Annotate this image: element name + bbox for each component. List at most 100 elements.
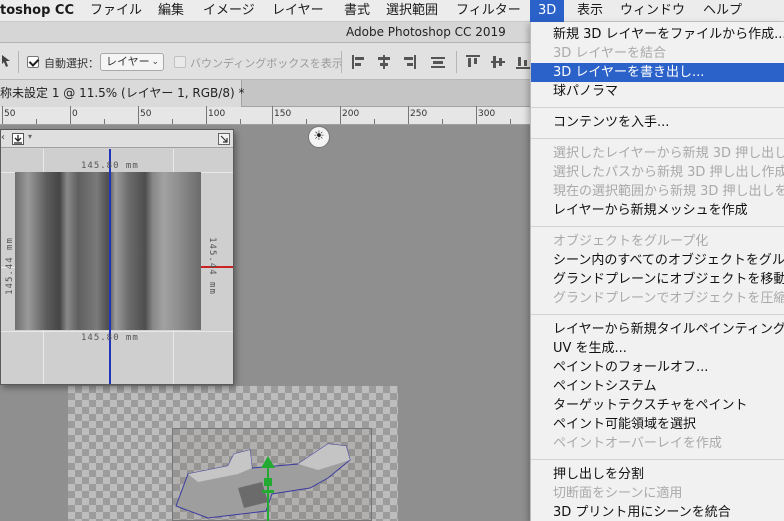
collapse-panel-icon[interactable] — [218, 133, 230, 145]
align-vertical-centers-icon[interactable] — [491, 55, 505, 69]
menu-item-paint-on-target-texture[interactable]: ターゲットテクスチャをペイント — [531, 396, 784, 415]
menu-select[interactable]: 選択範囲 — [386, 0, 438, 22]
align-bottom-edges-icon[interactable] — [516, 55, 530, 69]
ruler-label: 50 — [140, 109, 152, 119]
menu-item-merge-3d-layers: 3D レイヤーを結合 — [553, 46, 667, 61]
options-separator — [18, 51, 19, 73]
menu-separator — [531, 226, 784, 227]
height-dimension-right: 145.44 mm — [206, 237, 217, 295]
menu-app-name[interactable]: toshop CC — [0, 0, 74, 22]
menu-3d[interactable]: 3D — [530, 0, 565, 22]
ruler-tick — [476, 106, 477, 124]
ruler-tick — [36, 119, 37, 124]
align-right-edges-icon[interactable] — [402, 55, 416, 69]
ruler-label: 250 — [410, 109, 428, 119]
menu-item-move-object-to-ground-plane[interactable]: グランドプレーンにオブジェクトを移動 — [531, 270, 784, 289]
3d-move-gizmo-icon[interactable] — [258, 456, 278, 521]
ruler-tick — [510, 119, 511, 124]
menu-item-generate-uvs[interactable]: UV を生成... — [531, 339, 784, 358]
chevron-down-icon[interactable]: ▾ — [28, 132, 32, 141]
menu-item-extrusion-from-selected-layer: 選択したレイヤーから新規 3D 押し出し — [553, 146, 784, 161]
options-separator — [456, 51, 457, 73]
menu-edit[interactable]: 編集 — [158, 0, 184, 22]
menu-separator — [531, 459, 784, 460]
menu-item-extrusion-from-current-selection: 現在の選択範囲から新規 3D 押し出しを — [553, 184, 784, 199]
menu-item-group-all-objects-in-scene[interactable]: シーン内のすべてのオブジェクトをグル — [531, 251, 784, 270]
document-tab-title: 称未設定 1 @ 11.5% (レイヤー 1, RGB/8) * — [0, 86, 245, 100]
menu-item-new-tiled-painting-from-layer[interactable]: レイヤーから新規タイルペインティング — [531, 320, 784, 339]
menu-item-split-extrusion[interactable]: 押し出しを分割 — [531, 465, 784, 484]
align-top-to-bottom-icon[interactable] — [431, 55, 445, 69]
height-dimension-left: 145.44 mm — [4, 237, 15, 295]
auto-select-target-value: レイヤー — [106, 55, 150, 68]
texture-preview-area[interactable]: 145.80 mm 145.80 mm 145.44 mm 145.44 mm — [1, 149, 233, 384]
auto-select-target-dropdown[interactable]: レイヤー ⌄ — [100, 53, 164, 71]
menu-filter[interactable]: フィルター — [456, 0, 521, 22]
ruler-tick — [306, 119, 307, 124]
align-left-edges-icon[interactable] — [352, 55, 366, 69]
menu-item-paint-falloff[interactable]: ペイントのフォールオフ... — [531, 358, 784, 377]
ruler-tick — [374, 119, 375, 124]
menu-window[interactable]: ウィンドウ — [620, 0, 685, 22]
horizontal-ruler[interactable]: 50 0 50 100 150 200 250 300 — [0, 106, 530, 125]
menu-item-create-painted-overlay: ペイントオーバーレイを作成 — [553, 436, 722, 451]
menu-file[interactable]: ファイル — [90, 0, 142, 22]
menu-item-paint-system[interactable]: ペイントシステム — [531, 377, 784, 396]
menu-item-select-paintable-areas[interactable]: ペイント可能領域を選択 — [531, 415, 784, 434]
move-tool-icon[interactable] — [2, 55, 12, 67]
ruler-tick — [2, 106, 3, 124]
blue-axis-line — [109, 149, 111, 384]
ruler-label: 300 — [478, 109, 496, 119]
show-bounding-box-checkbox[interactable] — [174, 56, 186, 68]
scene-light-icon[interactable]: ☀ — [308, 126, 330, 148]
texture-image — [15, 172, 201, 330]
menu-item-get-content[interactable]: コンテンツを入手... — [531, 113, 784, 132]
ruler-tick — [206, 106, 207, 124]
align-top-edges-icon[interactable] — [466, 55, 480, 69]
menu-item-apply-cross-section-to-scene: 切断面をシーンに適用 — [553, 486, 683, 501]
menu-type[interactable]: 書式 — [344, 0, 370, 22]
document-tab-bar: 称未設定 1 @ 11.5% (レイヤー 1, RGB/8) * — [0, 80, 530, 107]
grid-line — [1, 331, 233, 332]
import-texture-icon[interactable] — [12, 133, 24, 145]
menu-item-new-mesh-from-layer[interactable]: レイヤーから新規メッシュを作成 — [531, 201, 784, 220]
menu-item-new-3d-layer-from-file[interactable]: 新規 3D レイヤーをファイルから作成... — [531, 25, 784, 44]
menu-item-spherical-panorama[interactable]: 球パノラマ — [531, 82, 784, 101]
menu-layer[interactable]: レイヤー — [272, 0, 324, 22]
menu-item-unify-scene-for-3d-printing[interactable]: 3D プリント用にシーンを統合 — [531, 503, 784, 521]
ruler-label: 0 — [72, 109, 78, 119]
3d-menu-dropdown: 新規 3D レイヤーをファイルから作成... 3D レイヤーを結合 3D レイヤ… — [530, 22, 784, 521]
ruler-tick — [340, 106, 341, 124]
ruler-label: 150 — [274, 109, 292, 119]
ruler-tick — [240, 119, 241, 124]
texture-preview-panel[interactable]: ‹ ▾ 145.80 mm 145.80 mm 145.44 mm 145.44… — [0, 129, 234, 385]
ruler-tick — [442, 119, 443, 124]
menu-separator — [531, 107, 784, 108]
options-separator — [341, 51, 342, 73]
document-tab[interactable]: 称未設定 1 @ 11.5% (レイヤー 1, RGB/8) * — [0, 80, 245, 107]
width-dimension-top: 145.80 mm — [81, 161, 139, 171]
menu-item-compress-object-to-ground-plane: グランドプレーンでオブジェクトを圧縮 — [553, 291, 784, 306]
ruler-tick — [70, 106, 71, 124]
menu-image[interactable]: イメージ — [203, 0, 255, 22]
menu-help[interactable]: ヘルプ — [703, 0, 742, 22]
ruler-tick — [408, 106, 409, 124]
texture-panel-header: ‹ ▾ — [1, 130, 233, 148]
ruler-label: 50 — [4, 109, 16, 119]
menu-separator — [531, 138, 784, 139]
ruler-tick — [138, 106, 139, 124]
menu-item-group-objects: オブジェクトをグループ化 — [553, 234, 709, 249]
show-bounding-box-label: バウンディングボックスを表示 — [190, 57, 343, 70]
ruler-tick — [272, 106, 273, 124]
menu-view[interactable]: 表示 — [577, 0, 603, 22]
auto-select-label: 自動選択： — [44, 57, 99, 70]
transparent-layer-area[interactable] — [68, 386, 398, 521]
auto-select-checkbox[interactable] — [27, 56, 39, 68]
ruler-label: 200 — [342, 109, 360, 119]
ruler-tick — [104, 119, 105, 124]
red-axis-line — [201, 266, 233, 268]
menu-bar: toshop CC ファイル 編集 イメージ レイヤー 書式 選択範囲 フィルタ… — [0, 0, 784, 22]
menu-item-export-3d-layer[interactable]: 3D レイヤーを書き出し... — [531, 63, 784, 82]
align-horizontal-centers-icon[interactable] — [377, 55, 391, 69]
chevron-left-icon[interactable]: ‹ — [1, 132, 5, 143]
